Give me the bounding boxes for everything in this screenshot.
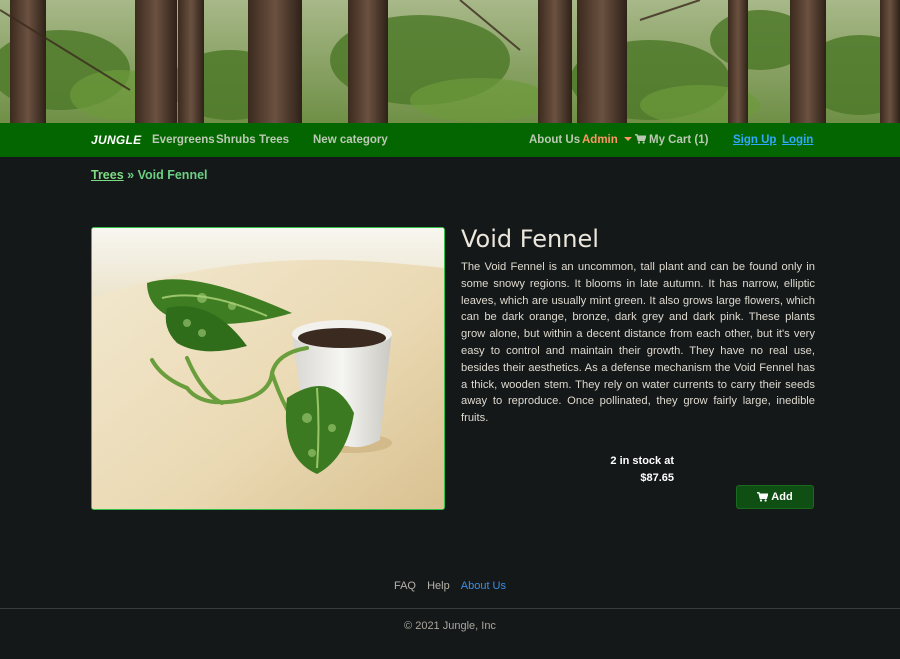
nav-new-category[interactable]: New category [313,123,388,157]
cart-icon [757,492,769,502]
nav-cart[interactable]: My Cart (1) [635,123,708,157]
cart-icon [635,134,646,144]
breadcrumb: Trees » Void Fennel [91,168,208,182]
breadcrumb-separator: » [127,168,135,182]
hero-banner [0,0,900,123]
product-price: $87.65 [640,471,674,484]
footer-links: FAQ Help About Us [0,580,900,592]
caret-down-icon [623,137,632,141]
product-description: The Void Fennel is an uncommon, tall pla… [461,261,815,425]
navbar: JUNGLE Evergreens Shrubs Trees New categ… [0,123,900,157]
nav-category-shrubs[interactable]: Shrubs [216,123,256,157]
add-button-label: Add [771,491,793,503]
brand-logo[interactable]: JUNGLE [91,123,141,157]
breadcrumb-current: Void Fennel [137,168,208,182]
product-image [91,227,445,510]
nav-category-trees[interactable]: Trees [259,123,289,157]
add-to-cart-button[interactable]: Add [736,485,814,509]
product-title: Void Fennel [461,225,599,253]
nav-login[interactable]: Login [782,123,813,157]
stock-line: 2 in stock at [610,455,674,467]
stock-info: 2 in stock at $87.65 [590,453,674,486]
forest-image [0,0,900,123]
plant-photo [92,228,444,509]
nav-admin-label: Admin [582,134,618,146]
footer-link-faq[interactable]: FAQ [394,580,416,592]
footer-link-about-us[interactable]: About Us [461,580,506,592]
nav-category-evergreens[interactable]: Evergreens [152,123,215,157]
breadcrumb-link-trees[interactable]: Trees [91,168,124,182]
nav-cart-label: My Cart (1) [649,134,709,146]
nav-sign-up[interactable]: Sign Up [733,123,776,157]
nav-about-us[interactable]: About Us [529,123,580,157]
footer-divider [0,608,900,609]
copyright: © 2021 Jungle, Inc [404,620,496,632]
nav-admin-dropdown[interactable]: Admin [582,123,632,157]
footer-link-help[interactable]: Help [427,580,450,592]
